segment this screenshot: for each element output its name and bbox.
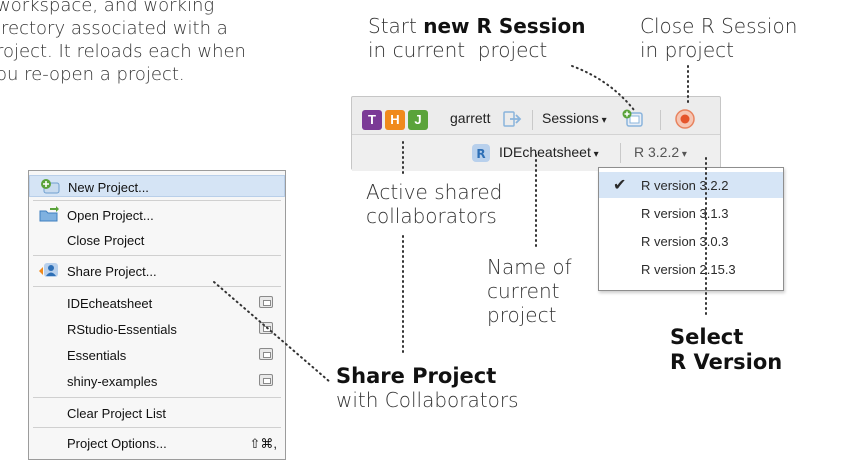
- leader-lines: [213, 65, 707, 383]
- leader-new-session: [571, 65, 635, 111]
- leader-share-project: [213, 281, 331, 383]
